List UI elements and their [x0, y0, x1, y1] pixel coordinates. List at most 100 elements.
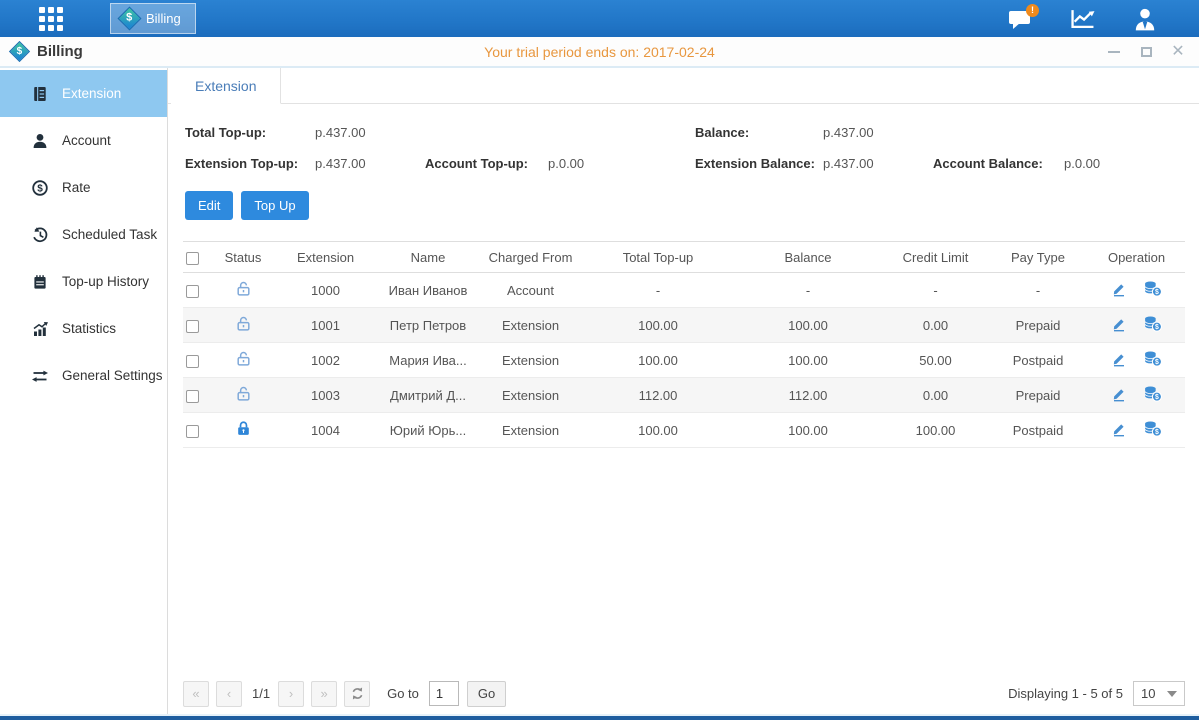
topup-coins-icon[interactable]: $ — [1143, 350, 1162, 367]
notepad-icon — [30, 272, 49, 291]
total-topup-label: Total Top-up: — [185, 125, 315, 140]
balance-cell: 112.00 — [733, 378, 883, 413]
status-cell — [213, 343, 273, 378]
row-checkbox[interactable] — [186, 355, 199, 368]
credit-limit-cell: 50.00 — [883, 343, 988, 378]
last-page-button[interactable]: » — [311, 681, 337, 707]
extension-cell: 1004 — [273, 413, 378, 448]
status-cell — [213, 273, 273, 308]
sidebar-item-statistics[interactable]: Statistics — [0, 305, 167, 352]
lock-open-icon — [235, 385, 252, 402]
apps-grid-icon[interactable] — [34, 5, 68, 33]
sidebar-item-rate[interactable]: $ Rate — [0, 164, 167, 211]
row-checkbox[interactable] — [186, 320, 199, 333]
taskbar-tab-billing[interactable]: $ Billing — [110, 3, 196, 34]
credit-limit-cell: 100.00 — [883, 413, 988, 448]
edit-pencil-icon[interactable] — [1111, 351, 1127, 367]
goto-page-input[interactable] — [429, 681, 459, 706]
operation-cell: $ — [1088, 308, 1185, 343]
notification-badge: ! — [1026, 4, 1039, 17]
sidebar-item-topup-history[interactable]: Top-up History — [0, 258, 167, 305]
balance-label: Balance: — [695, 125, 823, 140]
minimize-button[interactable] — [1107, 45, 1121, 59]
charged-from-cell: Account — [478, 273, 583, 308]
credit-limit-cell: - — [883, 273, 988, 308]
sidebar-item-extension[interactable]: Extension — [0, 70, 167, 117]
user-icon[interactable] — [1131, 6, 1159, 32]
sidebar-item-label: Rate — [62, 180, 91, 195]
total-topup-cell: 100.00 — [583, 308, 733, 343]
edit-button[interactable]: Edit — [185, 191, 233, 220]
operation-cell: $ — [1088, 413, 1185, 448]
topup-coins-icon[interactable]: $ — [1143, 385, 1162, 402]
balance-cell: 100.00 — [733, 343, 883, 378]
sidebar-item-general-settings[interactable]: General Settings — [0, 352, 167, 399]
table-row: 1004Юрий Юрь...Extension100.00100.00100.… — [183, 413, 1185, 448]
select-all-checkbox[interactable] — [186, 252, 199, 265]
messages-icon[interactable]: ! — [1007, 6, 1035, 32]
credit-limit-cell: 0.00 — [883, 378, 988, 413]
next-page-button[interactable]: › — [278, 681, 304, 707]
row-checkbox[interactable] — [186, 390, 199, 403]
topup-coins-icon[interactable]: $ — [1143, 315, 1162, 332]
column-header-balance: Balance — [733, 242, 883, 273]
prev-page-button[interactable]: ‹ — [216, 681, 242, 707]
sidebar-item-label: Top-up History — [62, 274, 149, 289]
extension-balance-value: p.437.00 — [823, 156, 933, 171]
extension-topup-value: p.437.00 — [315, 156, 425, 171]
tab-extension[interactable]: Extension — [171, 68, 281, 104]
ledger-icon — [30, 84, 49, 103]
operation-cell: $ — [1088, 273, 1185, 308]
refresh-button[interactable] — [344, 681, 370, 707]
page-size-select[interactable]: 10 — [1133, 681, 1185, 706]
lock-closed-icon — [235, 420, 252, 437]
sidebar-item-scheduled-task[interactable]: Scheduled Task — [0, 211, 167, 258]
column-header-charged-from: Charged From — [478, 242, 583, 273]
topup-coins-icon[interactable]: $ — [1143, 280, 1162, 297]
balance-cell: - — [733, 273, 883, 308]
goto-label: Go to — [387, 686, 419, 701]
extensions-table: Status Extension Name Charged From Total… — [183, 241, 1185, 448]
credit-limit-cell: 0.00 — [883, 308, 988, 343]
topup-coins-icon[interactable]: $ — [1143, 420, 1162, 437]
lock-open-icon — [235, 315, 252, 332]
maximize-button[interactable] — [1139, 45, 1153, 59]
close-button[interactable]: ✕ — [1171, 45, 1185, 59]
top-up-button[interactable]: Top Up — [241, 191, 308, 220]
account-balance-value: p.0.00 — [1064, 156, 1185, 171]
charged-from-cell: Extension — [478, 378, 583, 413]
extension-cell: 1002 — [273, 343, 378, 378]
svg-text:$: $ — [1155, 289, 1159, 296]
window-bottom-edge — [0, 714, 1199, 720]
balance-cell: 100.00 — [733, 308, 883, 343]
total-topup-cell: - — [583, 273, 733, 308]
reports-chart-icon[interactable] — [1069, 6, 1097, 32]
go-button[interactable]: Go — [467, 681, 506, 707]
page-indicator: 1/1 — [252, 686, 270, 701]
edit-pencil-icon[interactable] — [1111, 316, 1127, 332]
pay-type-cell: Prepaid — [988, 308, 1088, 343]
page-size-value: 10 — [1141, 686, 1155, 701]
row-checkbox[interactable] — [186, 425, 199, 438]
sidebar-item-label: Statistics — [62, 321, 116, 336]
total-topup-cell: 100.00 — [583, 343, 733, 378]
column-header-pay-type: Pay Type — [988, 242, 1088, 273]
sidebar-item-account[interactable]: Account — [0, 117, 167, 164]
edit-pencil-icon[interactable] — [1111, 281, 1127, 297]
person-icon — [30, 131, 49, 150]
pagination-bar: « ‹ 1/1 › » Go to Go Displaying 1 - 5 of… — [183, 680, 1185, 707]
charged-from-cell: Extension — [478, 308, 583, 343]
operation-cell: $ — [1088, 378, 1185, 413]
operation-cell: $ — [1088, 343, 1185, 378]
first-page-button[interactable]: « — [183, 681, 209, 707]
name-cell: Петр Петров — [378, 308, 478, 343]
column-header-extension: Extension — [273, 242, 378, 273]
charged-from-cell: Extension — [478, 343, 583, 378]
total-topup-cell: 100.00 — [583, 413, 733, 448]
edit-pencil-icon[interactable] — [1111, 421, 1127, 437]
total-topup-value: p.437.00 — [315, 125, 425, 140]
table-row: 1003Дмитрий Д...Extension112.00112.000.0… — [183, 378, 1185, 413]
edit-pencil-icon[interactable] — [1111, 386, 1127, 402]
svg-text:$: $ — [1155, 359, 1159, 366]
row-checkbox[interactable] — [186, 285, 199, 298]
